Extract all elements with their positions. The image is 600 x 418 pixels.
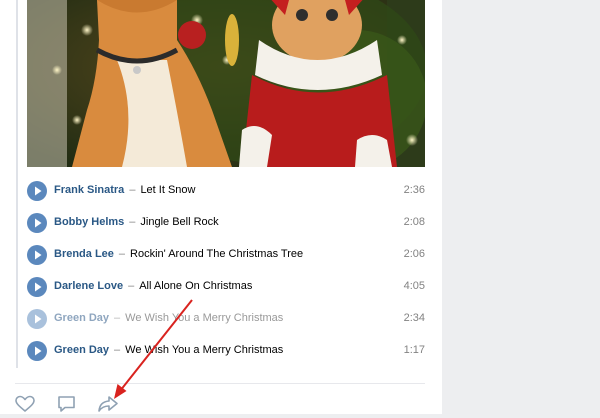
audio-playlist: Frank Sinatra – Let It Snow 2:36 Bobby Hel… <box>27 175 425 367</box>
track-title: We Wish You a Merry Christmas <box>125 344 284 356</box>
track-duration: 2:06 <box>403 248 425 260</box>
track-title: All Alone On Christmas <box>139 280 253 292</box>
audio-track[interactable]: Brenda Lee – Rockin' Around The Christmas … <box>27 239 425 271</box>
track-artist[interactable]: Frank Sinatra <box>54 184 124 196</box>
play-icon[interactable] <box>27 213 47 233</box>
track-duration: 2:08 <box>403 216 425 228</box>
play-icon[interactable] <box>27 309 47 329</box>
track-duration: 1:17 <box>403 344 425 356</box>
track-separator: – <box>114 312 121 324</box>
repost-quote-line <box>16 0 18 368</box>
audio-track[interactable]: Darlene Love – All Alone On Christmas 4:05 <box>27 271 425 303</box>
play-icon[interactable] <box>27 341 47 361</box>
track-title: We Wish You a Merry Christmas <box>125 312 284 324</box>
share-icon <box>98 396 118 412</box>
comment-icon <box>58 396 75 412</box>
track-artist[interactable]: Green Day <box>54 344 109 356</box>
track-artist[interactable]: Green Day <box>54 312 109 324</box>
audio-track[interactable]: Bobby Helms – Jingle Bell Rock 2:08 <box>27 207 425 239</box>
play-icon[interactable] <box>27 245 47 265</box>
wall-post: Frank Sinatra – Let It Snow 2:36 Bobby Hel… <box>0 0 442 414</box>
track-duration: 2:36 <box>403 184 425 196</box>
track-separator: – <box>128 280 135 292</box>
audio-track[interactable]: Green Day – We Wish You a Merry Christmas … <box>27 335 425 367</box>
play-icon[interactable] <box>27 277 47 297</box>
track-duration: 2:34 <box>403 312 425 324</box>
like-button[interactable] <box>14 395 36 413</box>
track-separator: – <box>118 248 126 260</box>
track-artist[interactable]: Darlene Love <box>54 280 123 292</box>
heart-icon <box>15 395 35 412</box>
track-title: Rockin' Around The Christmas Tree <box>130 248 304 260</box>
share-button[interactable] <box>97 395 119 413</box>
audio-track[interactable]: Frank Sinatra – Let It Snow 2:36 <box>27 175 425 207</box>
post-actions <box>0 384 442 414</box>
track-artist[interactable]: Bobby Helms <box>54 216 124 228</box>
post-photo[interactable] <box>27 0 425 167</box>
track-duration: 4:05 <box>403 280 425 292</box>
track-separator: – <box>114 344 121 356</box>
track-separator: – <box>129 184 136 196</box>
comment-button[interactable] <box>56 395 78 413</box>
track-title: Let It Snow <box>140 184 196 196</box>
play-icon[interactable] <box>27 181 47 201</box>
track-artist[interactable]: Brenda Lee <box>54 248 114 260</box>
track-title: Jingle Bell Rock <box>140 216 219 228</box>
audio-track[interactable]: Green Day – We Wish You a Merry Christmas … <box>27 303 425 335</box>
track-separator: – <box>129 216 136 228</box>
